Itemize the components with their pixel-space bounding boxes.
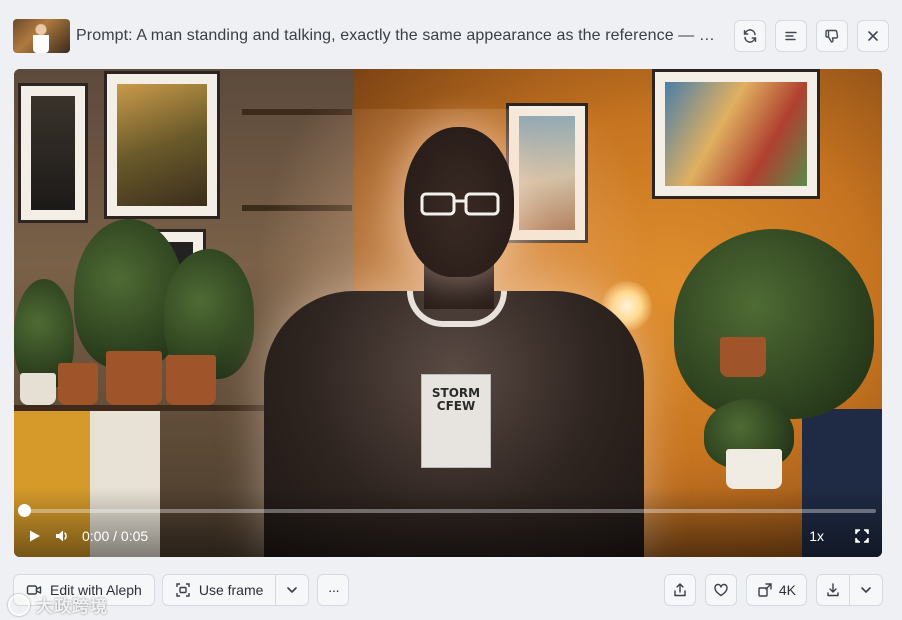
use-frame-dropdown[interactable] bbox=[275, 575, 308, 605]
output-actions: 4K bbox=[663, 574, 883, 606]
header-bar: Prompt: A man standing and talking, exac… bbox=[13, 18, 889, 54]
chevron-down-icon bbox=[861, 587, 871, 594]
wall-picture bbox=[18, 83, 88, 223]
shirt-print-text: STORM CFEW bbox=[431, 386, 481, 413]
download-split-button bbox=[816, 574, 883, 606]
volume-button[interactable] bbox=[54, 528, 70, 544]
chevron-down-icon bbox=[287, 587, 298, 594]
glasses-icon bbox=[420, 192, 500, 216]
details-button[interactable] bbox=[775, 20, 807, 52]
pot bbox=[106, 351, 162, 405]
fullscreen-button[interactable] bbox=[854, 528, 870, 544]
heart-icon bbox=[714, 583, 728, 597]
volume-icon bbox=[56, 530, 67, 542]
use-frame-label: Use frame bbox=[198, 582, 264, 598]
scrub-handle[interactable] bbox=[18, 504, 31, 517]
use-frame-split-button: Use frame bbox=[161, 574, 310, 606]
time-display: 0:00 / 0:05 bbox=[82, 528, 149, 544]
watermark-text: 大政跨境 bbox=[36, 597, 108, 617]
play-button[interactable] bbox=[26, 528, 42, 544]
lines-icon bbox=[785, 31, 797, 41]
dislike-button[interactable] bbox=[816, 20, 848, 52]
download-dropdown[interactable] bbox=[849, 575, 882, 605]
frame-capture-icon bbox=[176, 583, 190, 597]
video-frame: STORM CFEW bbox=[14, 69, 882, 557]
prompt-text[interactable]: Prompt: A man standing and talking, exac… bbox=[76, 27, 716, 45]
download-icon bbox=[827, 583, 839, 597]
player-controls: 0:00 / 0:05 1x bbox=[26, 525, 870, 547]
reference-thumbnail[interactable] bbox=[13, 19, 70, 53]
use-frame-button[interactable]: Use frame bbox=[163, 575, 276, 605]
wall-picture bbox=[104, 71, 220, 219]
fullscreen-icon bbox=[855, 529, 869, 543]
progress-bar[interactable] bbox=[18, 504, 876, 517]
pot bbox=[720, 337, 766, 377]
watermark-logo-icon bbox=[8, 593, 30, 616]
refresh-icon bbox=[743, 29, 757, 43]
close-button[interactable] bbox=[857, 20, 889, 52]
favorite-button[interactable] bbox=[704, 574, 737, 606]
header-actions bbox=[734, 20, 889, 52]
close-icon bbox=[868, 31, 878, 41]
download-button[interactable] bbox=[817, 575, 849, 605]
more-dots-icon: ··· bbox=[327, 582, 340, 598]
more-options-button[interactable]: ··· bbox=[317, 574, 350, 606]
regenerate-button[interactable] bbox=[734, 20, 766, 52]
thumbnail-figure bbox=[33, 23, 49, 53]
play-icon bbox=[30, 530, 40, 542]
upscale-label: 4K bbox=[778, 582, 796, 598]
upscale-4k-button[interactable]: 4K bbox=[745, 574, 807, 606]
pot bbox=[726, 449, 782, 489]
plant bbox=[674, 229, 874, 419]
watermark: 大政跨境 bbox=[8, 592, 108, 617]
playback-rate-button[interactable]: 1x bbox=[809, 528, 824, 544]
share-icon bbox=[674, 583, 686, 597]
bottom-toolbar: Edit with Aleph Use frame ··· 4K bbox=[13, 574, 883, 606]
share-button[interactable] bbox=[663, 574, 696, 606]
pot bbox=[166, 355, 216, 405]
pot bbox=[20, 373, 56, 405]
wall-picture bbox=[652, 69, 820, 199]
video-player[interactable]: STORM CFEW 0:00 / 0:05 1x bbox=[14, 69, 882, 557]
upscale-icon bbox=[758, 583, 772, 597]
pot bbox=[58, 363, 98, 405]
thumbs-down-icon bbox=[825, 29, 839, 43]
